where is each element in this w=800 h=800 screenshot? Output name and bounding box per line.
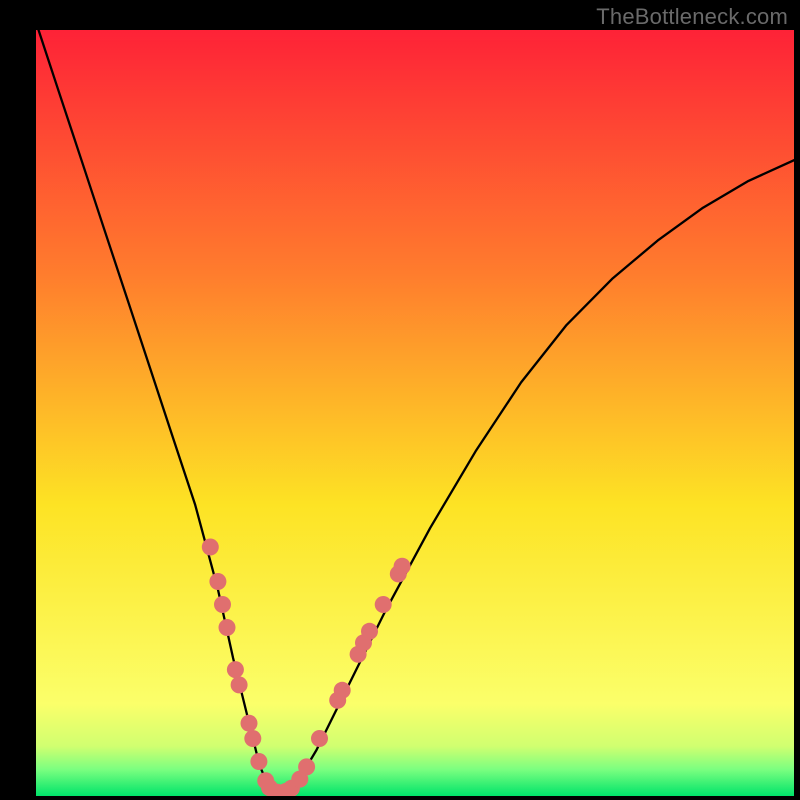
outer-frame: TheBottleneck.com xyxy=(0,0,800,800)
data-point-marker xyxy=(375,596,392,613)
data-point-marker xyxy=(209,573,226,590)
data-point-marker xyxy=(214,596,231,613)
bottleneck-curve xyxy=(36,30,794,795)
data-point-marker xyxy=(244,730,261,747)
data-point-marker xyxy=(394,558,411,575)
chart-svg xyxy=(36,30,794,796)
data-point-marker xyxy=(334,682,351,699)
data-point-marker xyxy=(231,676,248,693)
plot-area xyxy=(36,30,794,796)
data-point-marker xyxy=(241,715,258,732)
data-point-marker xyxy=(361,623,378,640)
data-point-marker xyxy=(202,539,219,556)
data-point-marker xyxy=(219,619,236,636)
data-point-marker xyxy=(311,730,328,747)
watermark-text: TheBottleneck.com xyxy=(596,4,788,30)
data-point-marker xyxy=(250,753,267,770)
data-point-marker xyxy=(298,758,315,775)
data-point-marker xyxy=(227,661,244,678)
